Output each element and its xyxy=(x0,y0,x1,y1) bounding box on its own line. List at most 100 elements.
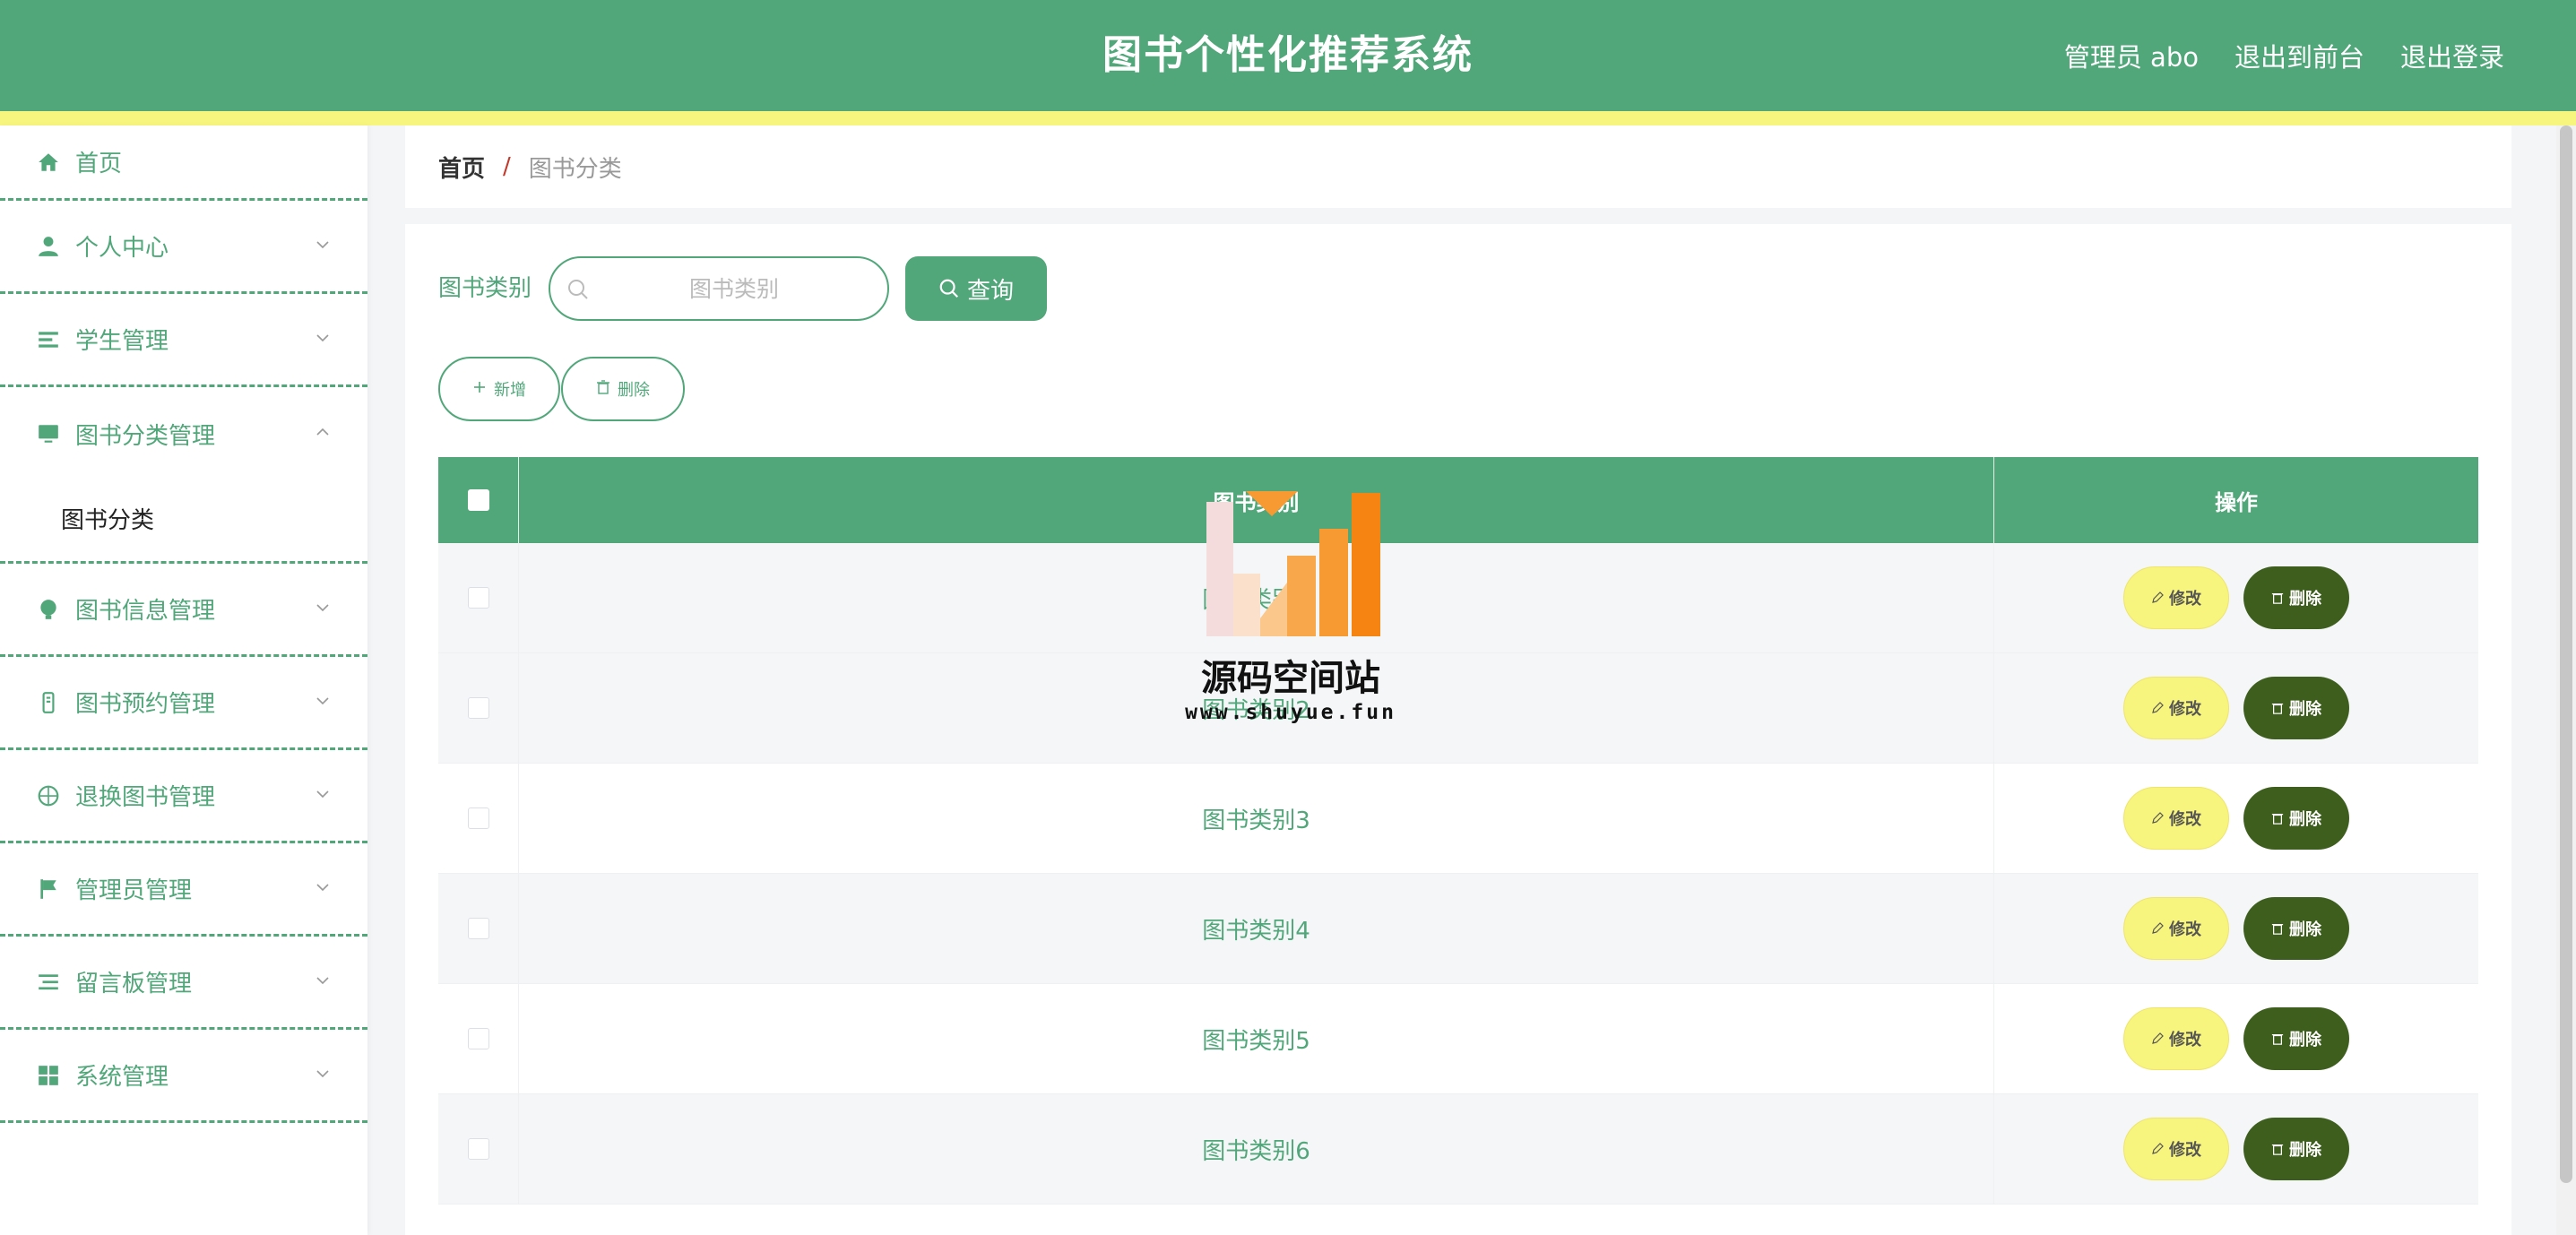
search-field[interactable] xyxy=(549,256,889,321)
chevron-up-icon xyxy=(316,428,329,436)
table-row: 图书类别1 修改 删除 xyxy=(438,543,2478,653)
search-icon xyxy=(568,280,588,299)
trash-icon xyxy=(596,379,610,399)
row-checkbox-cell xyxy=(438,1094,519,1204)
row-checkbox-cell xyxy=(438,984,519,1093)
edit-button[interactable]: 修改 xyxy=(2123,787,2229,850)
delete-button[interactable]: 删除 xyxy=(2243,1007,2349,1070)
category-name: 图书类别1 xyxy=(1202,586,1310,614)
sidebar-item-message-board-mgmt[interactable]: 留言板管理 xyxy=(0,937,367,1030)
edit-label: 修改 xyxy=(2169,1031,2201,1049)
trash-icon xyxy=(2271,924,2284,935)
search-icon xyxy=(939,279,958,298)
query-button[interactable]: 查询 xyxy=(905,256,1047,321)
sidebar-item-home[interactable]: 首页 xyxy=(0,125,367,201)
row-checkbox[interactable] xyxy=(467,587,489,609)
edit-button[interactable]: 修改 xyxy=(2123,677,2229,739)
flag-icon xyxy=(36,877,61,902)
delete-label: 删除 xyxy=(2289,700,2321,719)
select-all-checkbox[interactable] xyxy=(467,489,489,511)
chevron-down-icon xyxy=(316,883,329,891)
row-checkbox[interactable] xyxy=(467,1028,489,1049)
breadcrumb-home[interactable]: 首页 xyxy=(438,151,485,184)
row-checkbox-cell xyxy=(438,874,519,983)
row-checkbox[interactable] xyxy=(467,918,489,939)
chevron-down-icon xyxy=(316,696,329,704)
column-header-category[interactable]: 图书类别 xyxy=(519,457,1994,543)
actions-cell: 修改 删除 xyxy=(1994,653,2478,763)
pencil-icon xyxy=(2152,1032,2164,1044)
page-scrollbar[interactable] xyxy=(2556,125,2576,1235)
search-input[interactable] xyxy=(595,269,873,308)
current-user-label: 管理员 abo xyxy=(2063,42,2199,73)
logout-link[interactable]: 退出登录 xyxy=(2400,37,2504,74)
monitor-icon xyxy=(36,421,61,446)
batch-delete-button[interactable]: 删除 xyxy=(561,357,685,421)
name-cell: 图书类别5 xyxy=(519,984,1994,1093)
submenu-book-category: 图书分类 xyxy=(0,480,367,564)
table-row: 图书类别4 修改 删除 xyxy=(438,874,2478,984)
actions-cell: 修改 删除 xyxy=(1994,1094,2478,1204)
sidebar-item-label: 图书预约管理 xyxy=(75,691,216,718)
category-table: 图书类别 操作 图书类别1 修改 删除 图书类别2 修改 删除 图书类别3 修改 xyxy=(438,457,2478,1205)
add-button-label: 新增 xyxy=(494,381,526,400)
delete-label: 删除 xyxy=(2289,1141,2321,1160)
batch-delete-label: 删除 xyxy=(618,381,650,400)
edit-button[interactable]: 修改 xyxy=(2123,1007,2229,1070)
sidebar-item-admin-mgmt[interactable]: 管理员管理 xyxy=(0,843,367,937)
edit-button[interactable]: 修改 xyxy=(2123,897,2229,960)
sidebar-item-label: 留言板管理 xyxy=(75,971,193,998)
person-icon xyxy=(36,234,61,259)
sidebar-subitem-book-category[interactable]: 图书分类 xyxy=(0,480,367,556)
edit-label: 修改 xyxy=(2169,920,2201,939)
chevron-down-icon xyxy=(316,1069,329,1077)
table-header: 图书类别 操作 xyxy=(438,457,2478,543)
sidebar-item-label: 学生管理 xyxy=(75,328,169,355)
sidebar: 首页 个人中心 学生管理 图书分类管理 图书分类 图书信息管理 图书预约管理 退… xyxy=(0,125,367,1235)
delete-button[interactable]: 删除 xyxy=(2243,897,2349,960)
delete-button[interactable]: 删除 xyxy=(2243,677,2349,739)
sidebar-item-return-exchange-mgmt[interactable]: 退换图书管理 xyxy=(0,750,367,843)
sidebar-item-label: 图书信息管理 xyxy=(75,598,216,625)
actions-cell: 修改 删除 xyxy=(1994,543,2478,652)
header-links: 管理员 abo 退出到前台 退出登录 xyxy=(2064,0,2504,111)
trash-icon xyxy=(2271,704,2284,714)
breadcrumb-current: 图书分类 xyxy=(528,155,622,183)
trash-icon xyxy=(2271,1144,2284,1155)
chevron-down-icon xyxy=(316,790,329,798)
edit-button[interactable]: 修改 xyxy=(2123,1118,2229,1180)
compass-icon xyxy=(36,783,61,808)
sidebar-item-system-mgmt[interactable]: 系统管理 xyxy=(0,1030,367,1123)
query-button-label: 查询 xyxy=(966,277,1014,305)
table-row: 图书类别5 修改 删除 xyxy=(438,984,2478,1094)
row-checkbox[interactable] xyxy=(467,1138,489,1160)
header-checkbox-cell xyxy=(438,457,519,543)
edit-label: 修改 xyxy=(2169,1141,2201,1160)
plus-icon xyxy=(472,380,487,399)
row-checkbox[interactable] xyxy=(467,808,489,829)
chevron-down-icon xyxy=(316,240,329,248)
sidebar-item-personal-center[interactable]: 个人中心 xyxy=(0,201,367,294)
edit-button[interactable]: 修改 xyxy=(2123,566,2229,629)
row-checkbox[interactable] xyxy=(467,697,489,719)
sidebar-item-students[interactable]: 学生管理 xyxy=(0,294,367,387)
add-button[interactable]: 新增 xyxy=(438,357,560,421)
sidebar-item-book-category-mgmt[interactable]: 图书分类管理 xyxy=(0,387,367,480)
delete-button[interactable]: 删除 xyxy=(2243,566,2349,629)
chevron-down-icon xyxy=(316,603,329,611)
grid-icon xyxy=(36,1063,61,1088)
breadcrumb: 首页 / 图书分类 xyxy=(405,125,2511,208)
home-icon xyxy=(36,150,61,175)
delete-button[interactable]: 删除 xyxy=(2243,787,2349,850)
scrollbar-thumb[interactable] xyxy=(2560,125,2572,1183)
sidebar-item-book-info-mgmt[interactable]: 图书信息管理 xyxy=(0,564,367,657)
delete-label: 删除 xyxy=(2289,920,2321,939)
delete-button[interactable]: 删除 xyxy=(2243,1118,2349,1180)
header-accent-stripe xyxy=(0,111,2576,125)
exit-to-front-link[interactable]: 退出到前台 xyxy=(2235,37,2364,74)
sidebar-item-book-reservation-mgmt[interactable]: 图书预约管理 xyxy=(0,657,367,750)
column-header-actions: 操作 xyxy=(2215,489,2258,515)
pencil-icon xyxy=(2152,702,2164,713)
pencil-icon xyxy=(2152,1143,2164,1154)
category-name: 图书类别5 xyxy=(1202,1027,1310,1055)
